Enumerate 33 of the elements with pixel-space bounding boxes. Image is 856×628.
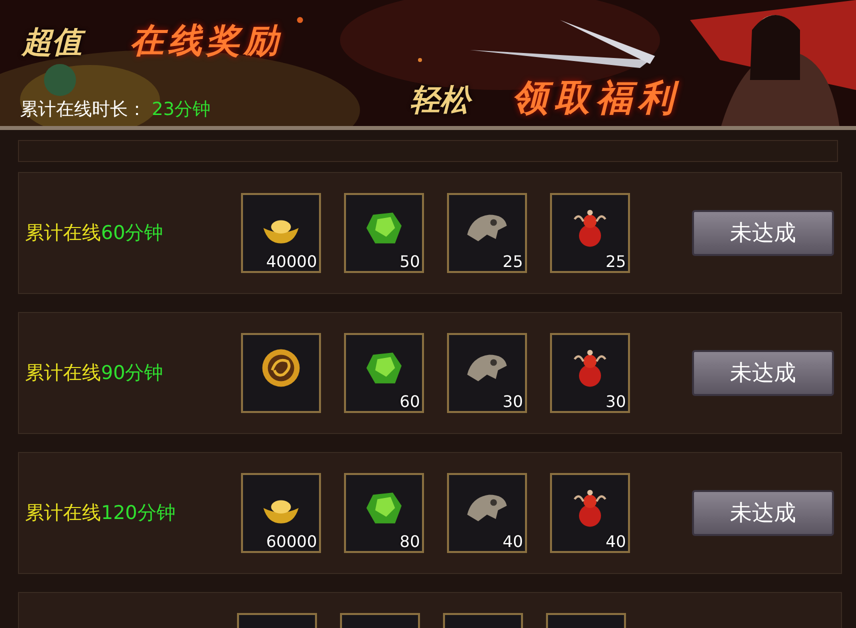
item-slot[interactable]: 30 [447, 333, 527, 413]
item-count: 25 [606, 252, 626, 271]
banner-slogan: 轻松 [410, 80, 470, 121]
online-time-text: 累计在线时长： 23分钟 [20, 98, 211, 121]
banner-title: 在线奖励 [130, 20, 282, 63]
reward-condition: 累计在线120分钟 [24, 501, 176, 526]
item-slot[interactable]: 25 [447, 193, 527, 273]
item-slot[interactable]: 60 [344, 333, 424, 413]
item-slot[interactable]: 30 [550, 333, 630, 413]
item-count: 30 [502, 392, 523, 411]
item-slot[interactable]: 60000 [241, 473, 321, 553]
claim-button[interactable]: 未达成 [692, 350, 834, 396]
item-slot[interactable]: 40000 [241, 193, 321, 273]
item-count: 40 [606, 532, 626, 551]
reward-condition: 累计在线60分钟 [24, 221, 164, 246]
item-slot[interactable]: 80 [344, 473, 424, 553]
banner-slogan: 领取福利 [512, 77, 680, 121]
claim-button[interactable]: 未达成 [692, 490, 834, 536]
item-slot[interactable] [241, 333, 321, 413]
reward-condition: 累计在线90分钟 [24, 361, 164, 386]
item-count: 60 [400, 392, 420, 411]
item-count: 40000 [266, 252, 317, 271]
item-slot[interactable]: 40 [550, 473, 630, 553]
item-count: 80 [400, 532, 420, 551]
item-count: 60000 [266, 532, 317, 551]
item-count: 30 [606, 392, 626, 411]
item-count: 40 [502, 532, 523, 551]
item-slot[interactable]: 40 [447, 473, 527, 553]
item-slot[interactable]: 25 [550, 193, 630, 273]
item-count: 50 [400, 252, 420, 271]
item-count: 25 [502, 252, 523, 271]
claim-button[interactable]: 未达成 [692, 210, 834, 256]
item-slot[interactable]: 50 [344, 193, 424, 273]
